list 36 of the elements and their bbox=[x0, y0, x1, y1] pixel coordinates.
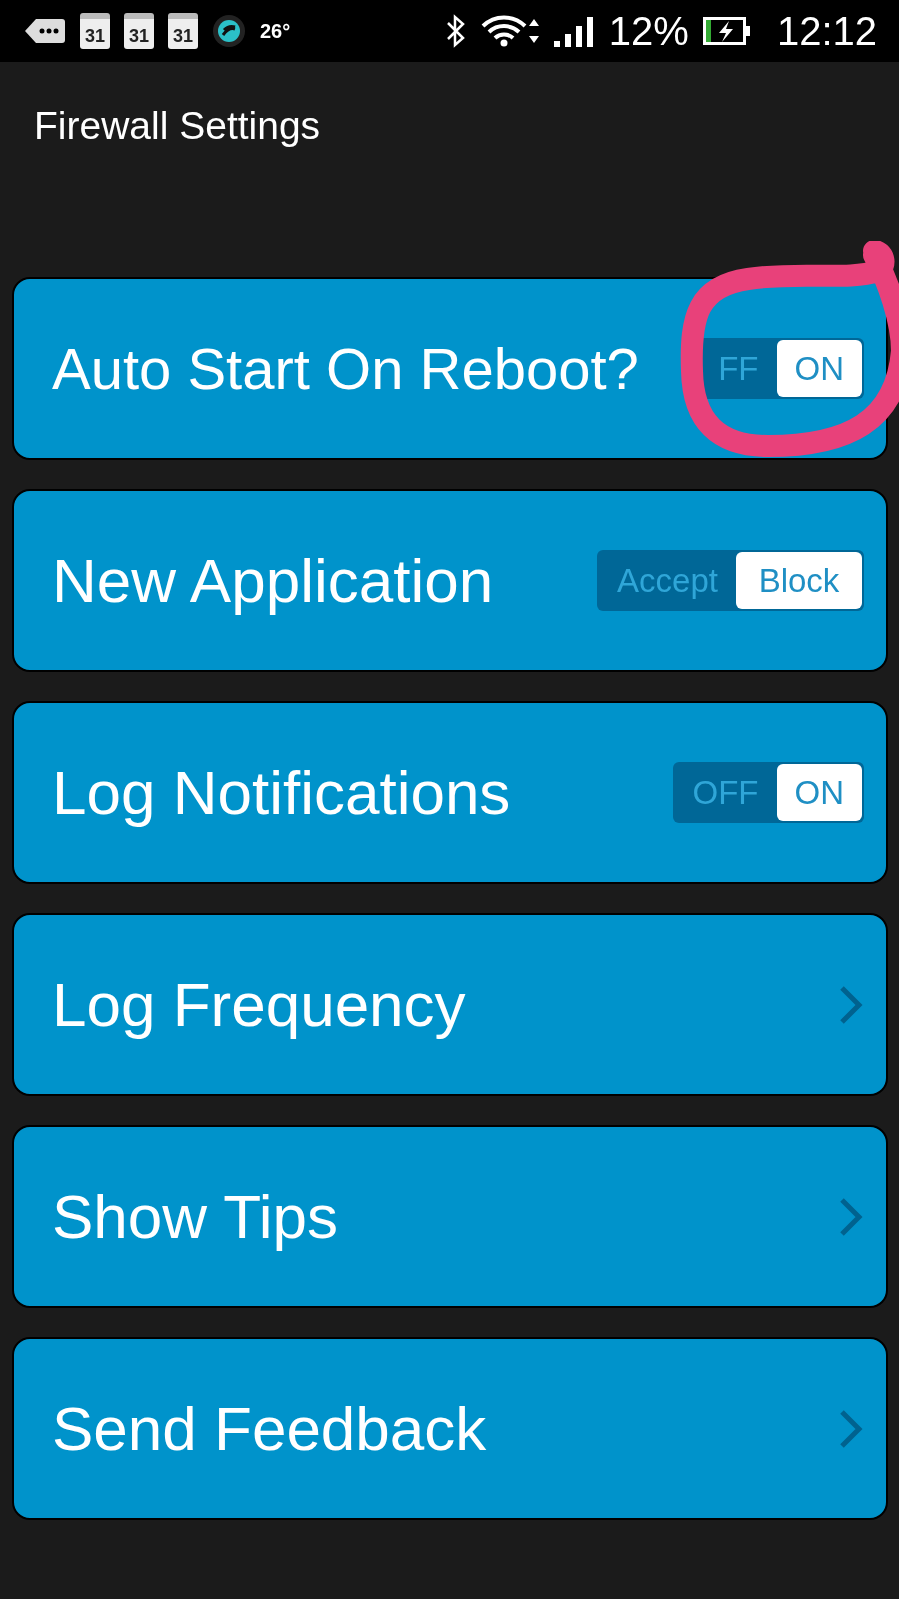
setting-label: Log Frequency bbox=[52, 969, 467, 1040]
battery-percent: 12% bbox=[608, 8, 689, 54]
notification-more-icon bbox=[24, 18, 66, 44]
toggle-option[interactable]: Block bbox=[736, 552, 862, 609]
settings-row[interactable]: Show Tips bbox=[12, 1125, 888, 1308]
toggle-option[interactable]: OFF bbox=[674, 764, 777, 821]
segmented-toggle[interactable]: OFF ON bbox=[672, 762, 864, 823]
settings-row[interactable]: Log Notifications OFF ON bbox=[12, 701, 888, 884]
toggle-option[interactable]: Accept bbox=[599, 552, 736, 609]
toggle-option[interactable]: ON bbox=[776, 340, 862, 397]
wifi-icon bbox=[480, 14, 539, 48]
settings-row[interactable]: New Application Accept Block bbox=[12, 489, 888, 672]
bluetooth-icon bbox=[444, 14, 467, 48]
segmented-toggle[interactable]: Accept Block bbox=[597, 550, 864, 611]
setting-label: Show Tips bbox=[52, 1181, 340, 1252]
chevron-right-icon bbox=[838, 984, 864, 1025]
setting-label: New Application bbox=[52, 545, 495, 616]
settings-row[interactable]: Send Feedback bbox=[12, 1337, 888, 1520]
settings-row[interactable]: Log Frequency bbox=[12, 913, 888, 1096]
chevron-right-icon bbox=[838, 1196, 864, 1237]
signal-icon bbox=[552, 14, 595, 48]
battery-charging-icon bbox=[702, 17, 751, 45]
temperature-text: 26° bbox=[260, 19, 291, 43]
setting-label: Auto Start On Reboot? bbox=[52, 335, 640, 402]
screen-title: Firewall Settings bbox=[34, 104, 321, 147]
calendar-icon: 31 bbox=[124, 13, 154, 49]
setting-label: Send Feedback bbox=[52, 1393, 488, 1464]
clock-time: 12:12 bbox=[776, 8, 877, 54]
setting-label: Log Notifications bbox=[52, 757, 512, 828]
settings-row[interactable]: Auto Start On Reboot? FF ON bbox=[12, 277, 888, 460]
calendar-icon: 31 bbox=[168, 13, 198, 49]
toggle-option[interactable]: ON bbox=[776, 764, 862, 821]
calendar-icon: 31 bbox=[80, 13, 110, 49]
chevron-right-icon bbox=[838, 1408, 864, 1449]
app-icon bbox=[212, 14, 246, 48]
toggle-option[interactable]: FF bbox=[700, 340, 777, 397]
